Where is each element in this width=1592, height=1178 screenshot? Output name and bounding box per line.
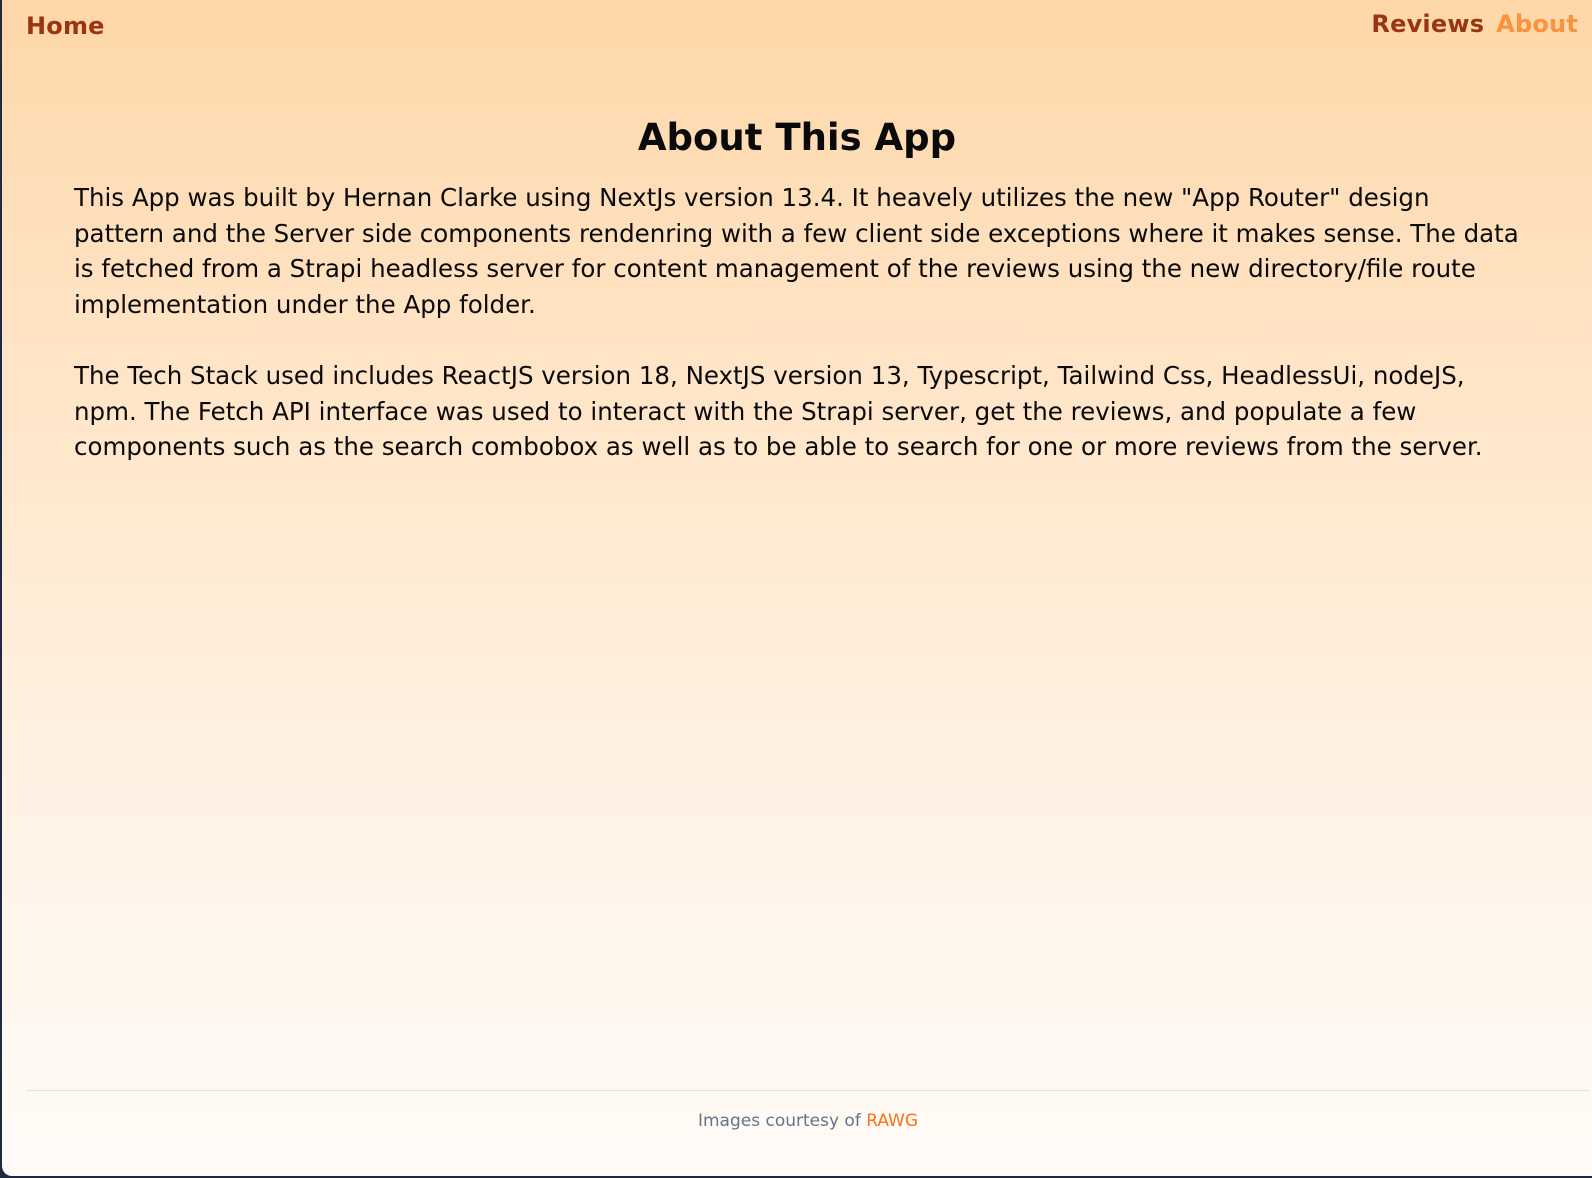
page: Home Reviews About About This App This A…: [2, 0, 1592, 1176]
nav-link-reviews[interactable]: Reviews: [1371, 10, 1484, 38]
footer: Images courtesy of RAWG: [26, 1090, 1590, 1131]
about-paragraph-2: The Tech Stack used includes ReactJS ver…: [74, 361, 1483, 461]
top-nav: Home Reviews About: [2, 0, 1592, 60]
footer-text: Images courtesy of: [697, 1111, 867, 1131]
nav-link-about[interactable]: About: [1496, 10, 1578, 38]
about-paragraph-1: This App was built by Hernan Clarke usin…: [74, 183, 1519, 319]
page-title: About This App: [637, 116, 957, 159]
nav-link-home[interactable]: Home: [26, 12, 105, 40]
nav-right-links: Reviews About: [1371, 10, 1578, 38]
footer-link-rawg[interactable]: RAWG: [866, 1111, 918, 1131]
about-content: This App was built by Hernan Clarke usin…: [74, 180, 1524, 501]
